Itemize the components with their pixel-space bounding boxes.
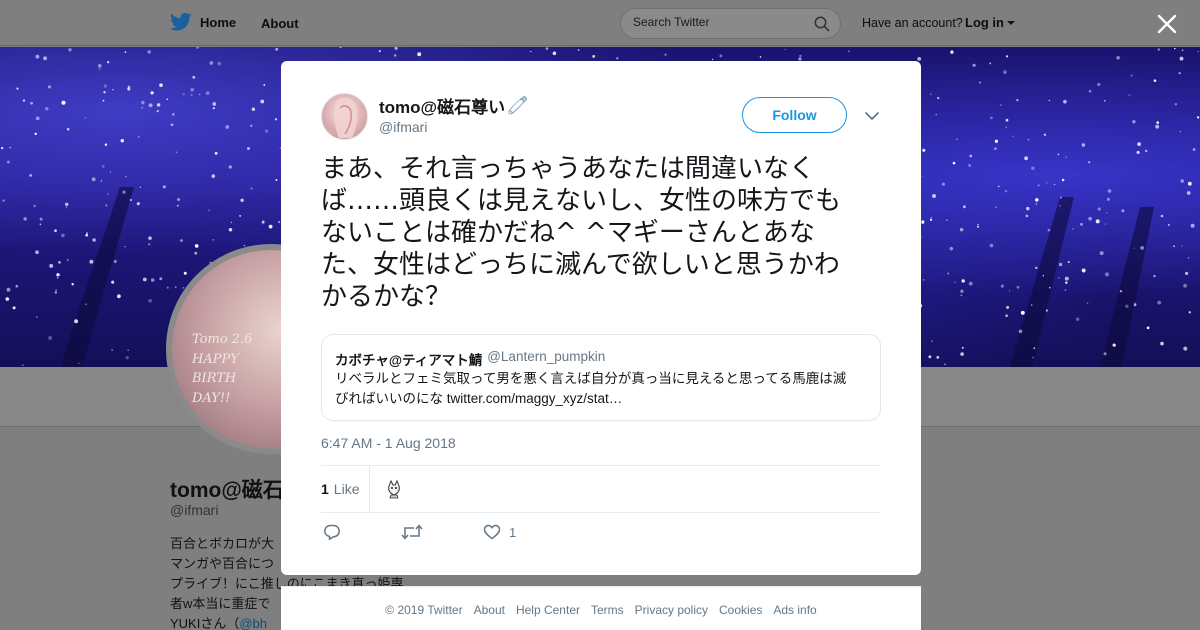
- footer-link-help-center[interactable]: Help Center: [516, 603, 580, 630]
- author-handle[interactable]: @ifmari: [379, 119, 427, 135]
- footer-link-terms[interactable]: Terms: [591, 603, 624, 630]
- bio-mention-link[interactable]: @bh: [239, 616, 267, 630]
- quoted-tweet-text: リベラルとフェミ気取って男を悪く言えば自分が真っ当に見えると思ってる馬鹿は滅 び…: [335, 371, 847, 406]
- author-name[interactable]: tomo@磁石尊い 🧷: [379, 93, 528, 118]
- close-icon[interactable]: [1154, 11, 1180, 37]
- likes-label: Like: [333, 481, 360, 497]
- search-input[interactable]: [633, 15, 803, 29]
- tweet-stats: 1 Like: [321, 465, 881, 513]
- reply-icon: [324, 524, 340, 541]
- login-button[interactable]: Log in: [965, 15, 1015, 30]
- reply-button[interactable]: [323, 523, 341, 541]
- top-nav: Home About Have an account? Log in: [0, 0, 1200, 46]
- search-icon[interactable]: [814, 16, 830, 32]
- nav-home-label: Home: [200, 14, 237, 30]
- tweet-text: まあ、それ言っちゃうあなたは間違いなく ば……頭良くは見えないし、女性の味方でも…: [321, 154, 842, 312]
- quoted-tweet-header: カボチャ@ティアマト鯖 @Lantern_pumpkin: [335, 349, 605, 369]
- profile-name: tomo@磁石: [170, 479, 284, 502]
- quoted-author-name: カボチャ@ティアマト鯖: [335, 353, 483, 368]
- author-avatar[interactable]: [321, 93, 368, 140]
- footer-link-about[interactable]: About: [474, 603, 505, 630]
- like-count: 1: [509, 524, 517, 540]
- tweet-modal: tomo@磁石尊い 🧷 @ifmari Follow まあ、それ言っちゃうあなた…: [281, 61, 921, 575]
- nav-about[interactable]: About: [261, 16, 299, 31]
- author-name-label: tomo@磁石尊い: [379, 98, 506, 117]
- heart-icon: [483, 524, 501, 540]
- nav-home[interactable]: Home: [170, 12, 236, 32]
- quoted-tweet[interactable]: カボチャ@ティアマト鯖 @Lantern_pumpkin リベラルとフェミ気取っ…: [321, 334, 881, 421]
- footer-link-privacy[interactable]: Privacy policy: [635, 603, 708, 630]
- chevron-down-icon[interactable]: [863, 107, 881, 125]
- search-box[interactable]: [620, 8, 841, 39]
- avatar-caption: Tomo 2.6 HAPPY BIRTH DAY!!: [192, 332, 253, 406]
- likes-stat[interactable]: 1 Like: [321, 481, 359, 497]
- follow-button[interactable]: Follow: [742, 97, 847, 133]
- author-avatar-illustration: [326, 97, 365, 138]
- stat-divider: [369, 466, 370, 512]
- login-label: Log in: [965, 15, 1004, 30]
- retweet-button[interactable]: [401, 523, 423, 541]
- footer-copyright: © 2019 Twitter: [385, 603, 463, 617]
- like-button[interactable]: 1: [483, 523, 516, 541]
- profile-handle: @ifmari: [170, 502, 219, 518]
- footer-link-ads-info[interactable]: Ads info: [773, 603, 816, 630]
- chevron-down-icon: [1007, 20, 1015, 25]
- tweet-actions: 1: [321, 523, 881, 547]
- have-account-text: Have an account?: [862, 16, 963, 30]
- tweet-timestamp[interactable]: 6:47 AM - 1 Aug 2018: [321, 435, 456, 451]
- liker-avatar[interactable]: [383, 478, 405, 500]
- twitter-bird-icon: [170, 12, 192, 31]
- footer: © 2019 Twitter About Help Center Terms P…: [281, 586, 921, 630]
- likes-count: 1: [321, 481, 329, 497]
- quoted-author-handle: @Lantern_pumpkin: [487, 349, 606, 364]
- retweet-icon: [401, 524, 423, 540]
- footer-link-cookies[interactable]: Cookies: [719, 603, 762, 630]
- safety-pin-icon: 🧷: [507, 95, 529, 115]
